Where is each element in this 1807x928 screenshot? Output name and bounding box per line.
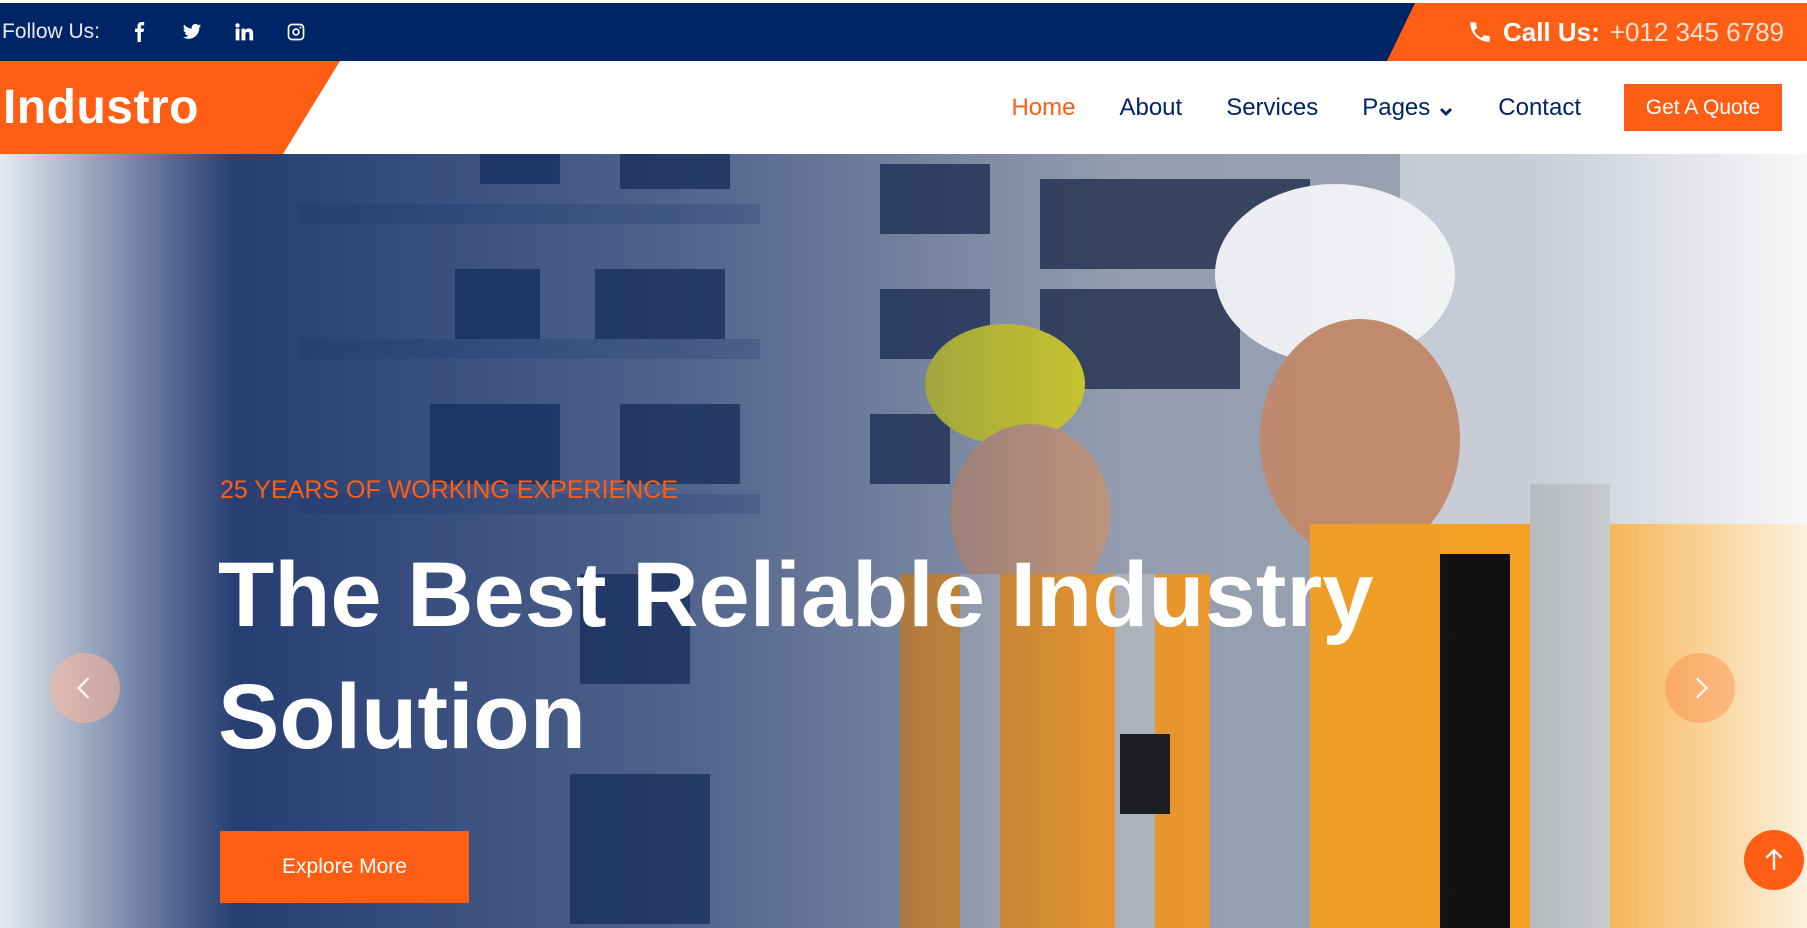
instagram-icon[interactable] — [270, 3, 322, 61]
nav-menu: Home About Services Pages Contact — [967, 61, 1581, 154]
nav-item-about[interactable]: About — [1119, 94, 1182, 122]
chevron-right-icon — [1695, 677, 1709, 699]
top-bar: Follow Us: Call Us: +012 345 6789 — [0, 3, 1807, 61]
phone-number[interactable]: +012 345 6789 — [1610, 17, 1784, 48]
follow-us-label: Follow Us: — [2, 20, 101, 43]
twitter-icon[interactable] — [166, 3, 218, 61]
nav-item-pages-label: Pages — [1362, 93, 1431, 121]
linkedin-icon[interactable] — [218, 3, 270, 61]
nav-item-pages[interactable]: Pages — [1362, 94, 1454, 122]
facebook-icon[interactable] — [114, 3, 166, 61]
back-to-top-button[interactable] — [1744, 830, 1804, 890]
nav-item-contact[interactable]: Contact — [1498, 94, 1581, 122]
get-quote-button[interactable]: Get A Quote — [1624, 84, 1782, 131]
call-us-label: Call Us: — [1502, 16, 1600, 47]
arrow-up-icon — [1765, 848, 1783, 870]
chevron-left-icon — [76, 677, 90, 699]
hero-headline-line2: Solution — [218, 666, 586, 768]
hero-kicker: 25 YEARS OF WORKING EXPERIENCE — [220, 476, 678, 504]
hero-carousel: 25 YEARS OF WORKING EXPERIENCE The Best … — [0, 154, 1807, 928]
follow-us: Follow Us: — [2, 3, 322, 61]
explore-more-button[interactable]: Explore More — [220, 831, 469, 903]
phone-icon — [1470, 22, 1490, 42]
carousel-prev-button[interactable] — [50, 653, 120, 723]
main-navbar: Industro Home About Services Pages Conta… — [0, 61, 1807, 154]
nav-item-services[interactable]: Services — [1226, 94, 1318, 122]
hero-headline: The Best Reliable Industry Solution — [218, 534, 1618, 778]
chevron-down-icon — [1438, 100, 1454, 116]
brand-logo[interactable]: Industro — [0, 61, 340, 154]
carousel-next-button[interactable] — [1665, 653, 1735, 723]
call-us[interactable]: Call Us: +012 345 6789 — [1387, 3, 1807, 61]
hero-headline-line1: The Best Reliable Industry — [218, 544, 1374, 646]
nav-item-home[interactable]: Home — [1011, 94, 1075, 122]
